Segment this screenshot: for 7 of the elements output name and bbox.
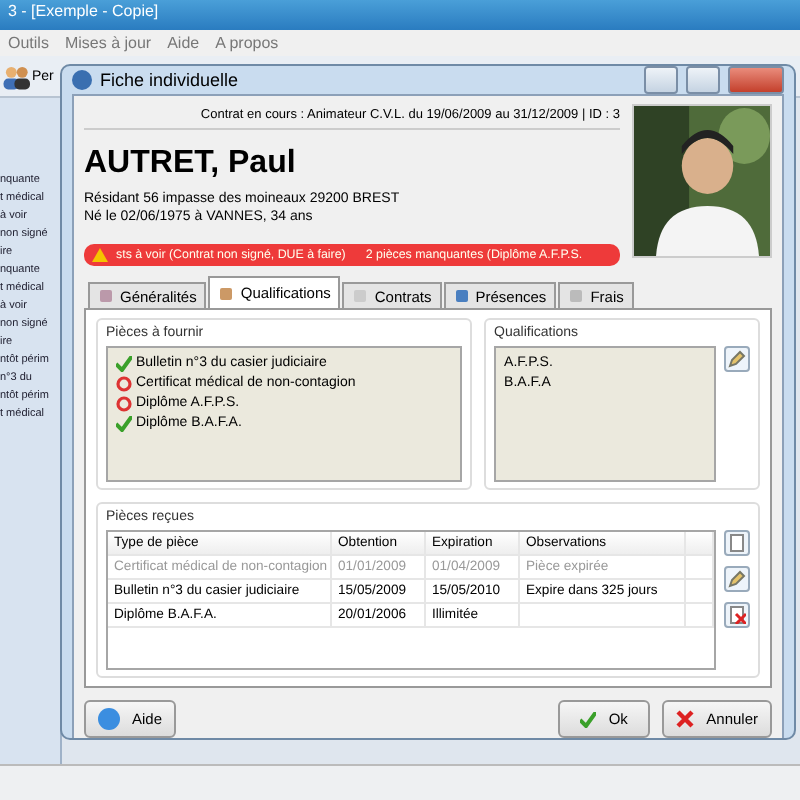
person-name: AUTRET, Paul: [84, 146, 298, 182]
menu-item[interactable]: A propos: [215, 34, 279, 52]
menu-item[interactable]: Mises à jour: [64, 34, 152, 52]
window-title: 3 - [Exemple - Copie]: [0, 0, 800, 30]
menu-item[interactable]: Aide: [167, 34, 200, 52]
menu-item[interactable]: Outils: [8, 34, 49, 52]
dialog-title: Fiche individuelle: [100, 70, 241, 90]
